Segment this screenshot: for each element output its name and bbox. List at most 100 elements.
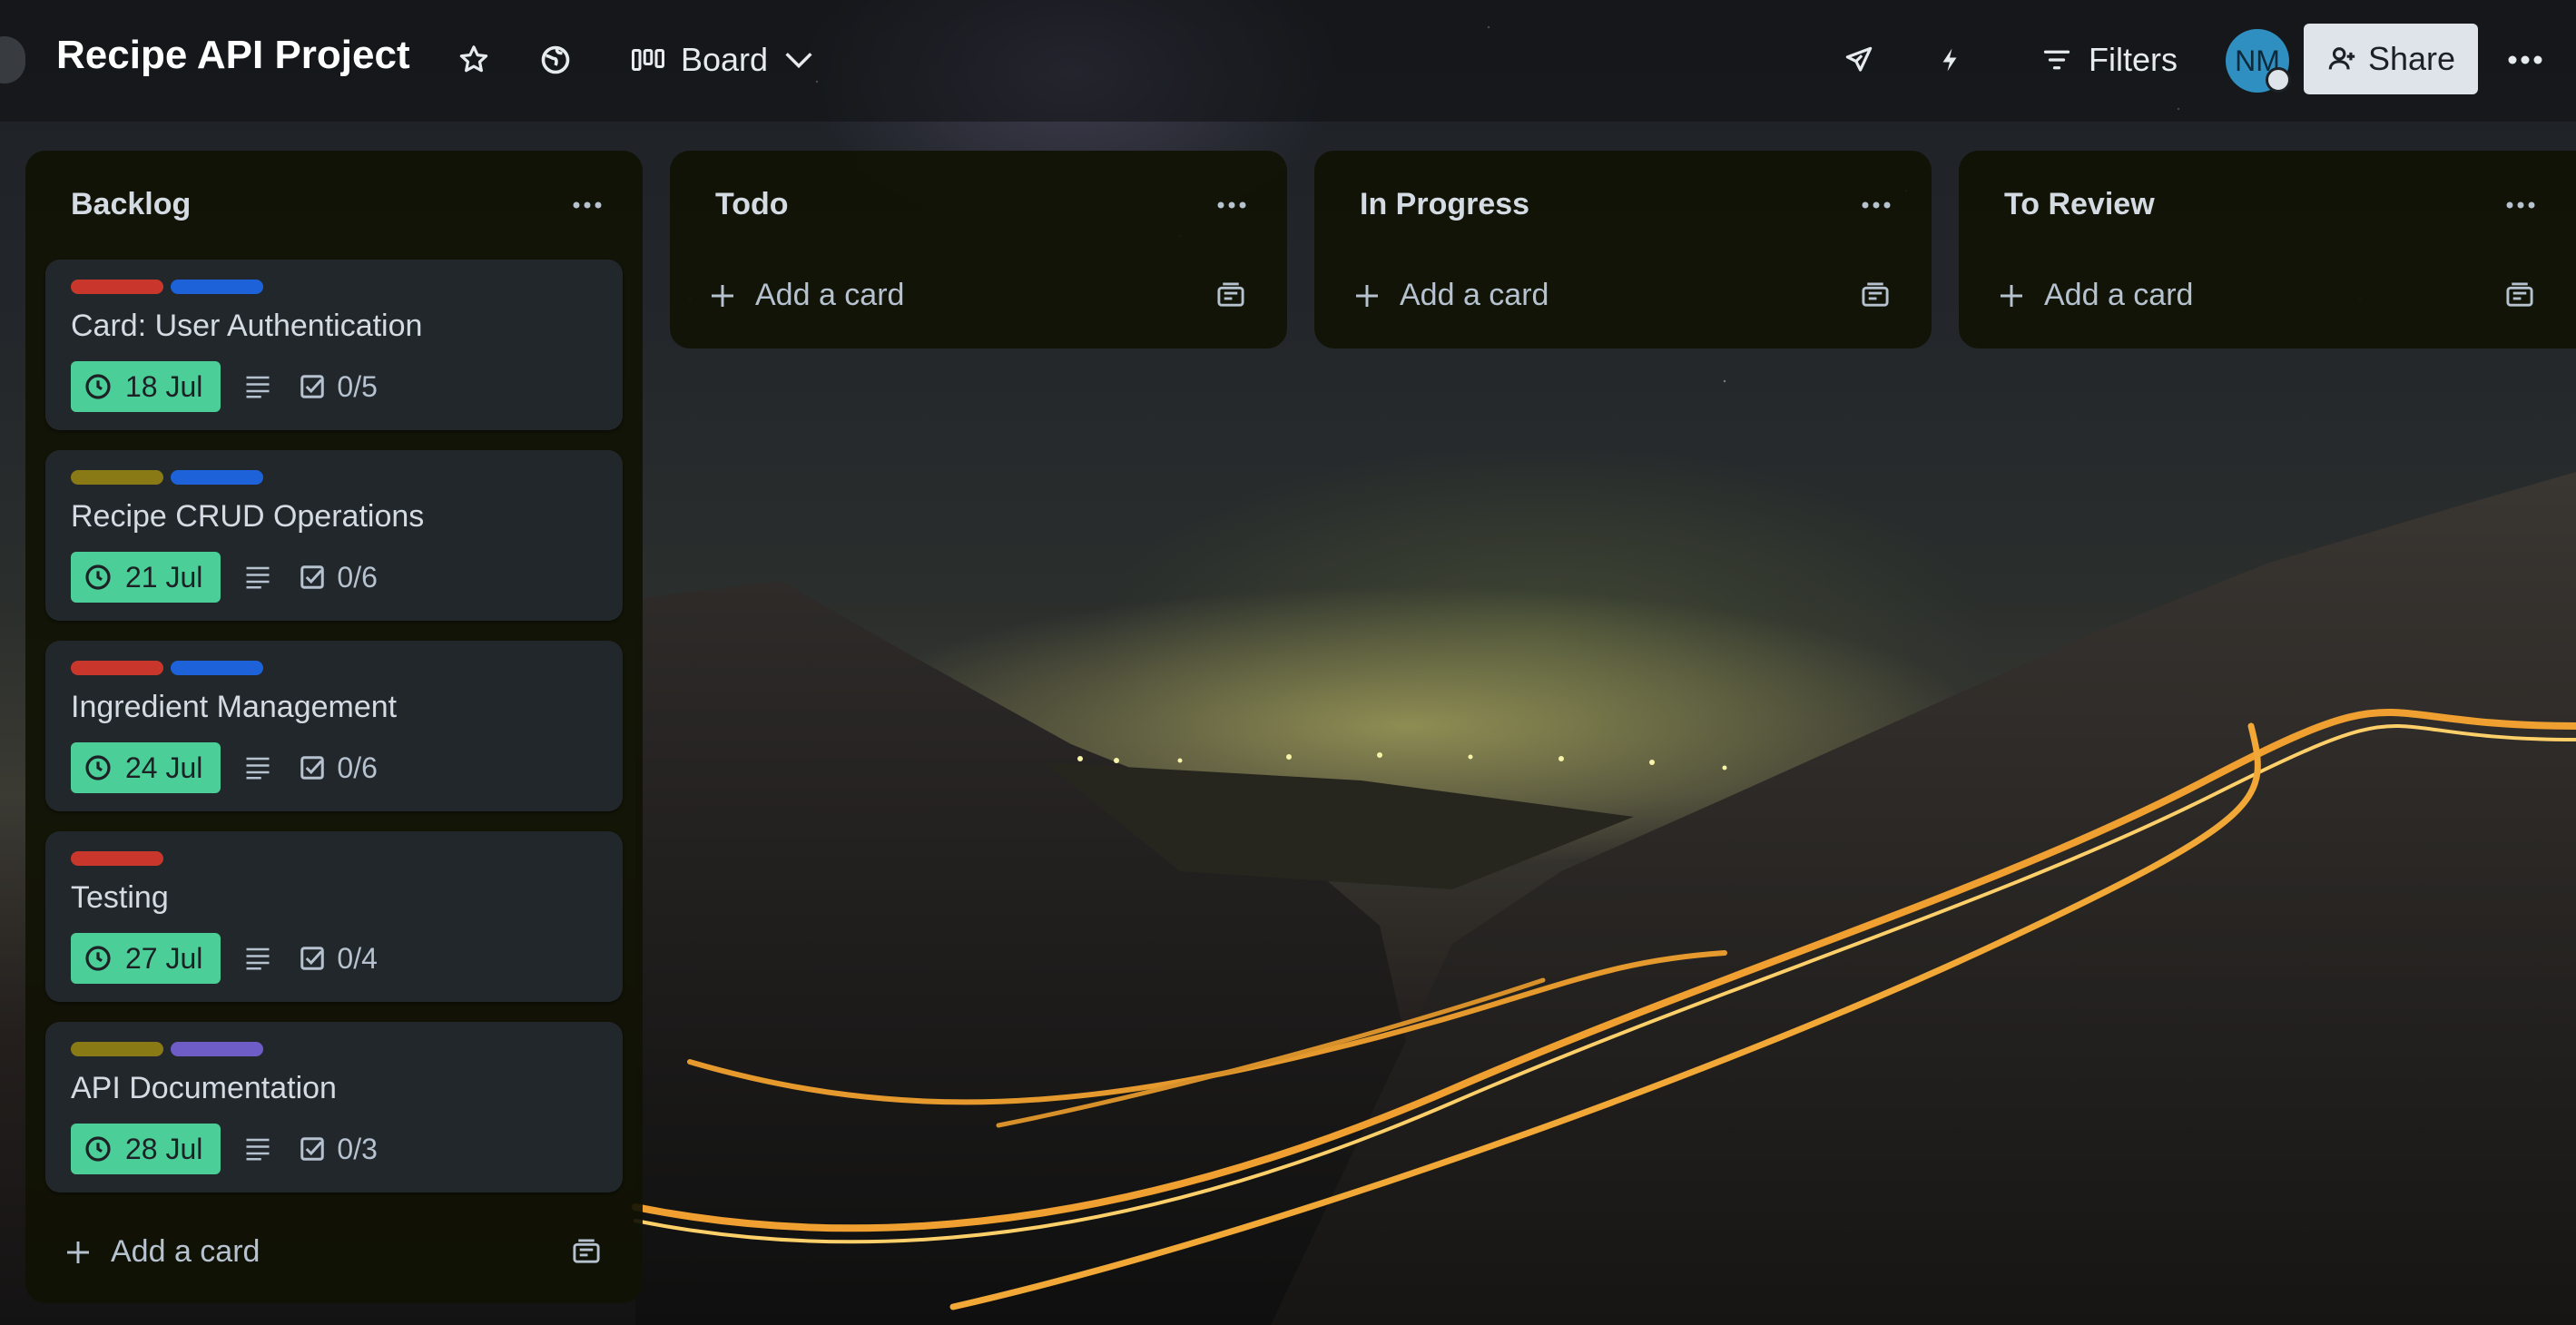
star-icon <box>459 45 488 73</box>
label-purple[interactable] <box>171 1042 263 1056</box>
checklist-badge: 0/6 <box>299 751 378 785</box>
checkbox-icon <box>300 375 325 398</box>
due-date-badge[interactable]: 24 Jul <box>71 742 221 793</box>
add-card-button[interactable]: Add a card <box>1352 278 1549 313</box>
plus-icon <box>2001 284 2022 307</box>
add-card-label: Add a card <box>755 278 905 312</box>
lightning-icon <box>1942 48 1957 72</box>
card-ingredient-management[interactable]: Ingredient Management 24 Jul 0/6 <box>45 641 623 811</box>
checklist-badge: 0/6 <box>299 560 378 594</box>
list-todo <box>670 151 1287 348</box>
card-title: Ingredient Management <box>71 690 398 724</box>
due-date-badge[interactable]: 27 Jul <box>71 933 221 984</box>
checklist-count: 0/6 <box>337 560 378 594</box>
due-date-text: 24 Jul <box>125 751 203 784</box>
card-template-icon[interactable] <box>1214 281 1247 310</box>
more-horizontal-icon <box>1217 201 1246 209</box>
plus-icon <box>712 284 733 307</box>
clock-icon <box>85 374 111 399</box>
label-red[interactable] <box>71 280 163 294</box>
filters-button[interactable]: Filters <box>2033 31 2188 89</box>
checklist-count: 0/3 <box>337 1132 378 1165</box>
checkbox-icon <box>300 1137 325 1161</box>
filter-icon <box>2043 50 2070 70</box>
board-view-switcher[interactable]: Board <box>614 31 831 89</box>
card-template-icon[interactable] <box>570 1238 603 1267</box>
clock-icon <box>85 755 111 780</box>
plus-icon <box>1356 284 1378 307</box>
plus-icon <box>67 1241 89 1263</box>
add-card-button[interactable]: Add a card <box>1997 278 2193 313</box>
checklist-badge: 0/5 <box>299 369 378 404</box>
card-api-documentation[interactable]: API Documentation 28 Jul 0/3 <box>45 1022 623 1192</box>
clock-icon <box>85 946 111 971</box>
clock-icon <box>85 564 111 590</box>
checklist-badge: 0/4 <box>299 941 378 976</box>
card-title: Testing <box>71 880 169 915</box>
card-testing[interactable]: Testing 27 Jul 0/4 <box>45 831 623 1002</box>
label-olive[interactable] <box>71 470 163 485</box>
checkbox-icon <box>300 565 325 589</box>
label-olive[interactable] <box>71 1042 163 1056</box>
list-title-in-progress[interactable]: In Progress <box>1360 187 1529 222</box>
checklist-count: 0/5 <box>337 369 378 403</box>
description-icon <box>246 947 270 970</box>
board-header: Recipe API Project Board Filters NM Shar… <box>0 0 2576 122</box>
label-red[interactable] <box>71 661 163 675</box>
more-horizontal-icon <box>1862 201 1891 209</box>
globe-icon <box>541 45 570 74</box>
list-to-review <box>1959 151 2576 348</box>
checkbox-icon <box>300 756 325 780</box>
add-card-label: Add a card <box>2044 278 2194 312</box>
label-blue[interactable] <box>171 470 263 485</box>
list-title-backlog[interactable]: Backlog <box>71 187 191 222</box>
board-view-icon <box>631 49 664 71</box>
card-title: API Documentation <box>71 1071 337 1105</box>
filters-label: Filters <box>2089 41 2178 78</box>
due-date-badge[interactable]: 18 Jul <box>71 361 221 412</box>
due-date-text: 27 Jul <box>125 941 203 975</box>
star-button[interactable] <box>445 31 503 89</box>
card-title: Card: User Authentication <box>71 309 423 343</box>
more-horizontal-icon <box>2506 201 2535 209</box>
due-date-badge[interactable]: 28 Jul <box>71 1124 221 1174</box>
list-in-progress <box>1314 151 1932 348</box>
description-icon <box>246 566 270 589</box>
due-date-badge[interactable]: 21 Jul <box>71 552 221 603</box>
more-horizontal-icon <box>2508 55 2542 64</box>
board-menu-button[interactable] <box>2496 31 2554 89</box>
add-card-button[interactable]: Add a card <box>64 1234 260 1270</box>
card-template-icon[interactable] <box>1859 281 1892 310</box>
clock-icon <box>85 1136 111 1162</box>
more-horizontal-icon <box>573 201 602 209</box>
board-title[interactable]: Recipe API Project <box>56 33 410 78</box>
due-date-text: 28 Jul <box>125 1132 203 1165</box>
power-ups-button[interactable] <box>1830 31 1888 89</box>
checklist-count: 0/6 <box>337 751 378 784</box>
list-menu-button[interactable] <box>1853 187 1899 223</box>
share-button[interactable]: Share <box>2304 24 2478 94</box>
share-label: Share <box>2367 40 2456 77</box>
description-icon <box>246 376 270 398</box>
automation-button[interactable] <box>1921 31 1979 89</box>
card-user-authentication[interactable]: Card: User Authentication 18 Jul 0/5 <box>45 260 623 430</box>
add-card-button[interactable]: Add a card <box>708 278 904 313</box>
visibility-button[interactable] <box>526 31 585 89</box>
checklist-count: 0/4 <box>337 941 378 975</box>
list-menu-button[interactable] <box>1209 187 1254 223</box>
add-card-label: Add a card <box>1400 278 1549 312</box>
card-template-icon[interactable] <box>2503 281 2536 310</box>
due-date-text: 18 Jul <box>125 369 203 403</box>
card-recipe-crud-operations[interactable]: Recipe CRUD Operations 21 Jul 0/6 <box>45 450 623 621</box>
description-icon <box>246 757 270 780</box>
sidebar-expand-button[interactable] <box>0 36 25 83</box>
list-menu-button[interactable] <box>565 187 610 223</box>
list-title-todo[interactable]: Todo <box>715 187 789 222</box>
checklist-badge: 0/3 <box>299 1132 378 1166</box>
label-red[interactable] <box>71 851 163 866</box>
list-menu-button[interactable] <box>2498 187 2543 223</box>
label-blue[interactable] <box>171 280 263 294</box>
chevron-down-icon <box>785 53 812 69</box>
list-title-to-review[interactable]: To Review <box>2004 187 2155 222</box>
label-blue[interactable] <box>171 661 263 675</box>
